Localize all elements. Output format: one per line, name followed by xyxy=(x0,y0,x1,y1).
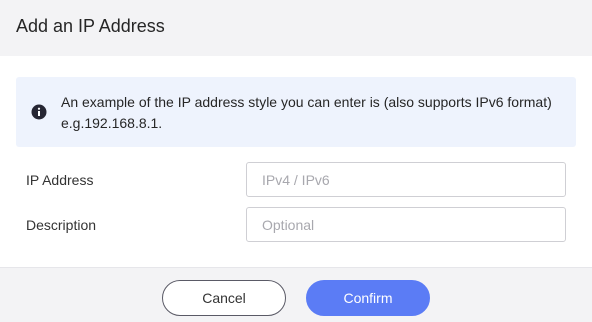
dialog-footer: Cancel Confirm xyxy=(0,267,592,322)
info-banner: An example of the IP address style you c… xyxy=(16,77,576,147)
ip-address-label: IP Address xyxy=(26,172,94,188)
info-example: e.g.192.168.8.1. xyxy=(61,115,163,131)
cancel-button[interactable]: Cancel xyxy=(162,280,286,316)
ip-address-input[interactable] xyxy=(246,162,566,197)
description-label: Description xyxy=(26,217,97,233)
confirm-button[interactable]: Confirm xyxy=(306,280,430,316)
dialog-header: Add an IP Address xyxy=(0,0,592,56)
description-input[interactable] xyxy=(246,207,566,242)
dialog-title: Add an IP Address xyxy=(16,16,165,36)
info-text-line: An example of the IP address style you c… xyxy=(61,94,552,110)
add-ip-dialog: Add an IP Address An example of the IP a… xyxy=(0,0,592,322)
info-text: An example of the IP address style you c… xyxy=(61,92,566,134)
description-row: Description xyxy=(0,207,592,243)
info-circle-icon xyxy=(31,104,47,120)
ip-address-row: IP Address xyxy=(0,162,592,198)
